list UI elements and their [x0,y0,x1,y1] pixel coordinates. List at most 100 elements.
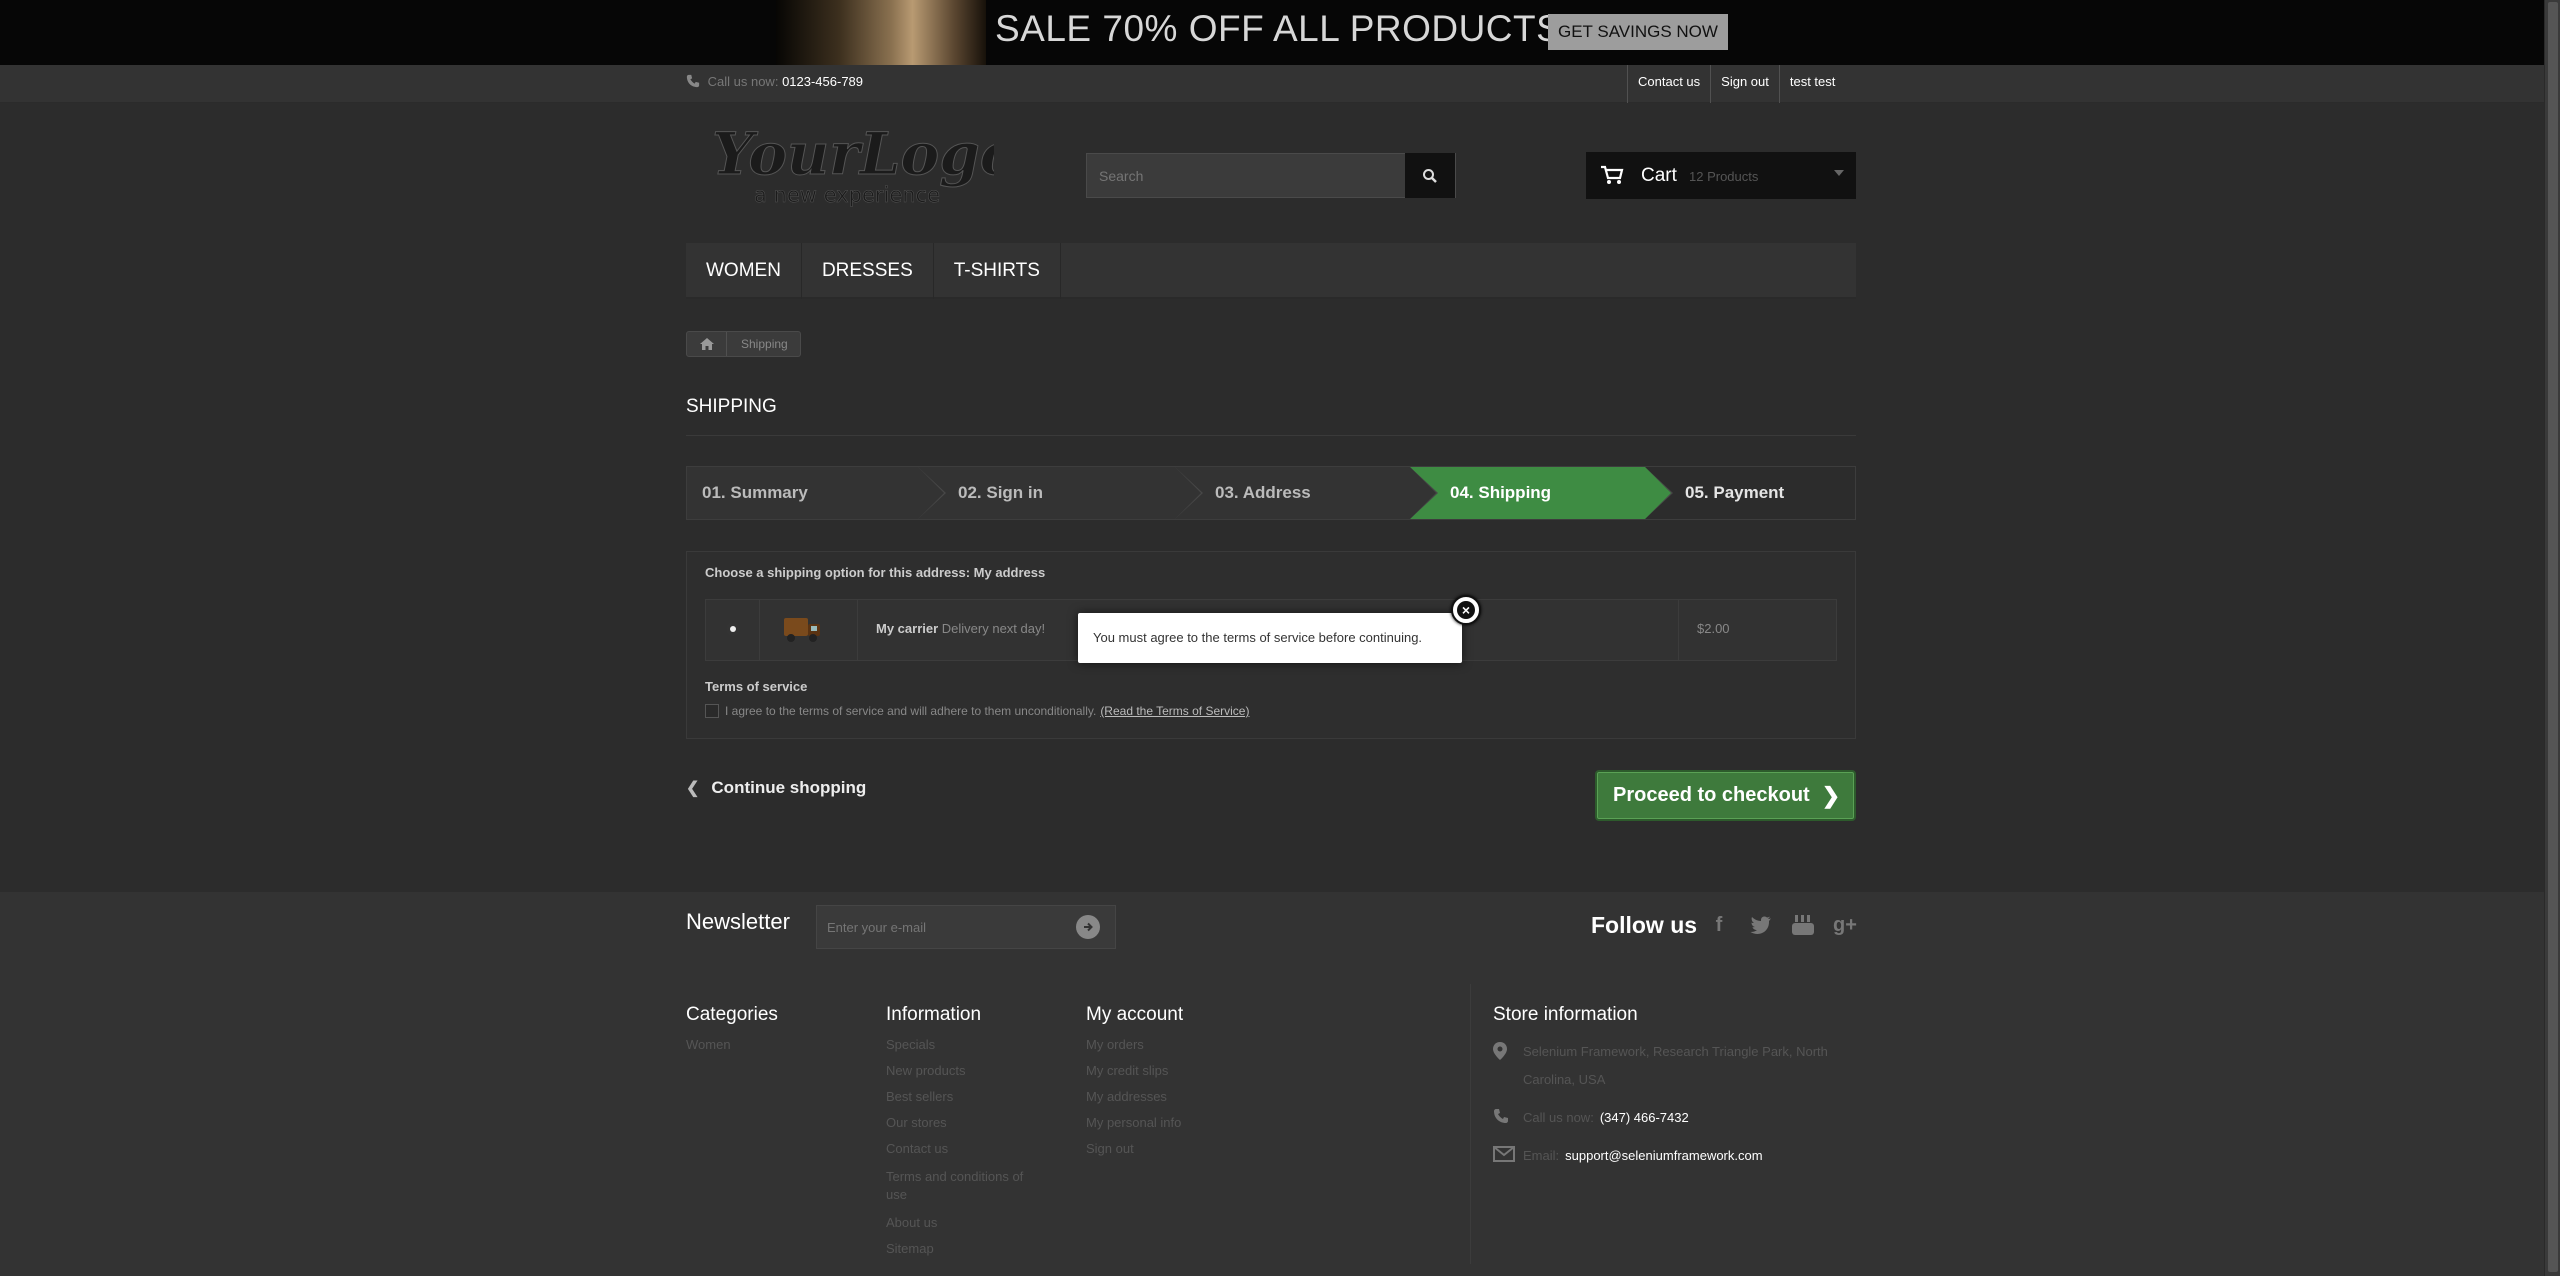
close-icon: × [1457,601,1475,619]
footer-account-title: My account [1086,1004,1184,1025]
scrollbar-thumb[interactable] [2548,2,2558,1272]
cart-label: Cart [1641,165,1677,186]
banner-cta-button[interactable]: GET SAVINGS NOW [1548,14,1728,50]
footer-my-account: My account My orders My credit slips My … [1086,1004,1183,1168]
chevron-down-icon [1834,170,1844,176]
truck-icon [784,618,820,642]
carrier-delay: Delivery next day! [941,621,1046,636]
footer-link[interactable]: Women [686,1038,778,1052]
search-button[interactable] [1405,153,1455,198]
step-label: 04. Shipping [1450,483,1552,502]
facebook-icon[interactable]: f [1705,910,1733,940]
continue-shopping-link[interactable]: ❮ Continue shopping [686,778,866,798]
terms-agreement: I agree to the terms of service and will… [705,704,1249,718]
step-address[interactable]: 03. Address [1175,467,1438,519]
terms-heading: Terms of service [705,679,808,694]
footer-link[interactable]: Sitemap [886,1242,1046,1256]
top-nav: Call us now: 0123-456-789 Contact us Sig… [0,65,2544,103]
newsletter-box [816,905,1116,949]
newsletter-email-input[interactable] [817,906,1067,948]
shop-phone-number: 0123-456-789 [782,74,864,89]
store-address: Selenium Framework, Research Triangle Pa… [1493,1038,1860,1094]
read-terms-link[interactable]: (Read the Terms of Service) [1100,704,1249,718]
step-arrow [1175,467,1201,519]
store-email: Email: support@seleniumframework.com [1493,1142,1860,1170]
page-title: SHIPPING [686,396,1856,436]
account-link[interactable]: test test [1778,65,1846,103]
banner-headline: SALE 70% OFF ALL PRODUCTS [995,8,1562,49]
modal-close-button[interactable]: × [1451,595,1481,625]
footer-link[interactable]: Best sellers [886,1090,1046,1104]
newsletter-submit-button[interactable] [1076,915,1100,939]
continue-shopping-label: Continue shopping [711,778,867,797]
youtube-logo-shape [1792,915,1814,935]
terms-checkbox[interactable] [705,704,719,718]
step-shipping-current: 04. Shipping [1410,467,1673,519]
proceed-label: Proceed to checkout [1613,784,1810,806]
carrier-price: $2.00 [1697,621,1730,636]
logo-tagline: a new experience [754,183,940,207]
footer-link[interactable]: New products [886,1064,1046,1078]
carrier-radio-cell [706,600,760,660]
follow-us-title: Follow us [1591,912,1698,938]
site-logo[interactable]: YourLogo a new experience [712,124,994,209]
footer-link[interactable]: About us [886,1216,1046,1230]
banner-model-image [776,0,986,65]
contact-us-link[interactable]: Contact us [1627,65,1710,103]
step-sign-in[interactable]: 02. Sign in [918,467,1203,519]
footer-link[interactable]: Specials [886,1038,1046,1052]
promo-banner[interactable]: SALE 70% OFF ALL PRODUCTS GET SAVINGS NO… [0,0,2544,65]
step-label: 03. Address [1215,483,1311,502]
checkout-steps: 01. Summary 02. Sign in 03. Address 04. … [686,466,1856,520]
footer-link[interactable]: My credit slips [1086,1064,1183,1078]
footer-link[interactable]: Our stores [886,1116,1046,1130]
step-label: 01. Summary [702,483,808,502]
terms-text: I agree to the terms of service and will… [725,704,1097,718]
breadcrumb-home[interactable] [687,332,727,356]
envelope-icon [1493,1142,1523,1170]
breadcrumb: Shipping [686,331,801,357]
store-email-link[interactable]: support@seleniumframework.com [1565,1142,1762,1170]
chevron-left-icon: ❮ [686,780,700,797]
top-nav-links: Contact us Sign out test test [1627,65,1845,103]
twitter-icon[interactable] [1747,910,1775,940]
vertical-scrollbar[interactable] [2544,0,2560,1276]
google-plus-icon[interactable]: g+ [1831,910,1859,940]
phone-icon [1493,1104,1523,1132]
footer-information-title: Information [886,1004,982,1025]
step-summary[interactable]: 01. Summary [687,467,946,519]
menu-item-tshirts[interactable]: T-SHIRTS [934,243,1061,299]
newsletter-band: Newsletter Follow us f g+ [0,892,2544,962]
twitter-bird-shape [1750,916,1771,934]
footer-categories: Categories Women [686,1004,778,1064]
chevron-right-icon: ❯ [1821,782,1841,808]
proceed-to-checkout-button[interactable]: Proceed to checkout ❯ [1595,770,1856,821]
step-label: 02. Sign in [958,483,1044,502]
menu-item-dresses[interactable]: DRESSES [802,243,934,299]
footer-link[interactable]: Contact us [886,1142,1046,1156]
alert-message: You must agree to the terms of service b… [1093,630,1423,645]
footer-information: Information Specials New products Best s… [886,1004,1046,1268]
footer-link[interactable]: Sign out [1086,1142,1183,1156]
page: SALE 70% OFF ALL PRODUCTS GET SAVINGS NO… [0,0,2544,1276]
search-input[interactable] [1087,154,1407,197]
carrier-radio[interactable] [726,622,740,636]
menu-item-women[interactable]: WOMEN [686,243,802,299]
carrier-name: My carrier Delivery next day! [876,621,1045,636]
store-address-text: Selenium Framework, Research Triangle Pa… [1523,1044,1828,1087]
store-phone-number: (347) 466-7432 [1599,1110,1689,1125]
footer-link[interactable]: My personal info [1086,1116,1183,1130]
footer-link[interactable]: Terms and conditions of use [886,1168,1046,1204]
footer-link[interactable]: My addresses [1086,1090,1183,1104]
sign-out-link[interactable]: Sign out [1710,65,1779,103]
youtube-icon[interactable] [1789,910,1817,940]
cart-button[interactable]: Cart 12 Products [1586,152,1856,199]
cart-icon [1601,165,1624,184]
arrow-right-icon [1084,922,1093,932]
phone-icon [686,74,700,88]
footer-link[interactable]: My orders [1086,1038,1183,1052]
step-label: 05. Payment [1685,483,1785,502]
social-links: f g+ [1705,910,1859,940]
store-email-label: Email: [1523,1148,1560,1163]
cart-count: 12 Products [1689,169,1759,184]
